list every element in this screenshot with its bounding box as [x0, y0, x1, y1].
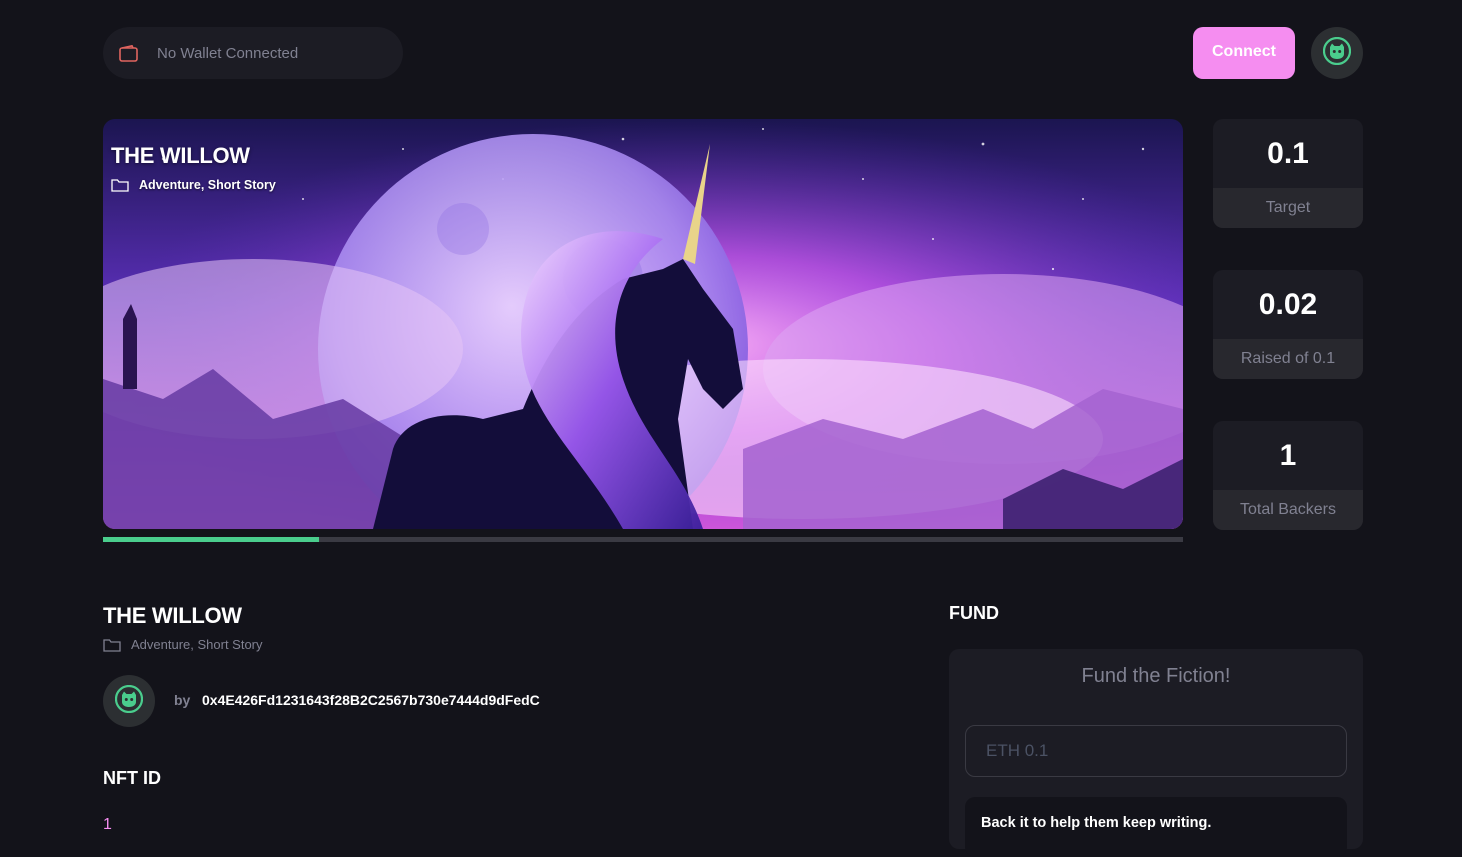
- funding-progress-bar: [103, 537, 1183, 542]
- folder-icon: [111, 178, 129, 192]
- author-by-label: by: [174, 692, 191, 708]
- banner-categories: Adventure, Short Story: [111, 178, 276, 192]
- story-title: THE WILLOW: [103, 603, 242, 628]
- nft-id-heading: NFT ID: [103, 768, 161, 788]
- stat-backers-label: Total Backers: [1213, 490, 1363, 530]
- stat-raised-value: 0.02: [1258, 287, 1318, 321]
- stat-target: 0.1 Target: [1213, 119, 1363, 228]
- funding-progress-fill: [103, 537, 319, 542]
- story-categories: Adventure, Short Story: [103, 637, 263, 652]
- fund-heading: FUND: [949, 603, 999, 623]
- stat-raised-label: Raised of 0.1: [1213, 339, 1363, 379]
- stat-target-label: Target: [1213, 188, 1363, 228]
- banner-title: THE WILLOW: [111, 143, 250, 168]
- connect-button[interactable]: Connect: [1193, 27, 1295, 79]
- fund-note-text: Back it to help them keep writing.: [981, 815, 1212, 831]
- profile-button[interactable]: [1311, 27, 1363, 79]
- stat-target-value: 0.1: [1267, 136, 1309, 170]
- stat-backers: 1 Total Backers: [1213, 421, 1363, 530]
- fund-card-title: Fund the Fiction!: [1081, 665, 1231, 687]
- fund-amount-input[interactable]: [965, 725, 1347, 777]
- stat-raised: 0.02 Raised of 0.1: [1213, 270, 1363, 379]
- author-address[interactable]: 0x4E426Fd1231643f28B2C2567b730e7444d9dFe…: [202, 692, 540, 708]
- story-categories-text: Adventure, Short Story: [131, 637, 263, 652]
- cat-avatar-icon: [114, 684, 144, 718]
- banner-categories-text: Adventure, Short Story: [139, 178, 276, 192]
- nft-id-value: 1: [103, 816, 112, 833]
- wallet-status-text: No Wallet Connected: [157, 44, 299, 62]
- stat-backers-value: 1: [1279, 438, 1297, 472]
- wallet-status-pill: No Wallet Connected: [103, 27, 403, 79]
- cat-avatar-icon: [1322, 36, 1352, 70]
- folder-icon: [103, 638, 121, 652]
- author-avatar: [103, 675, 155, 727]
- wallet-icon: [119, 44, 138, 63]
